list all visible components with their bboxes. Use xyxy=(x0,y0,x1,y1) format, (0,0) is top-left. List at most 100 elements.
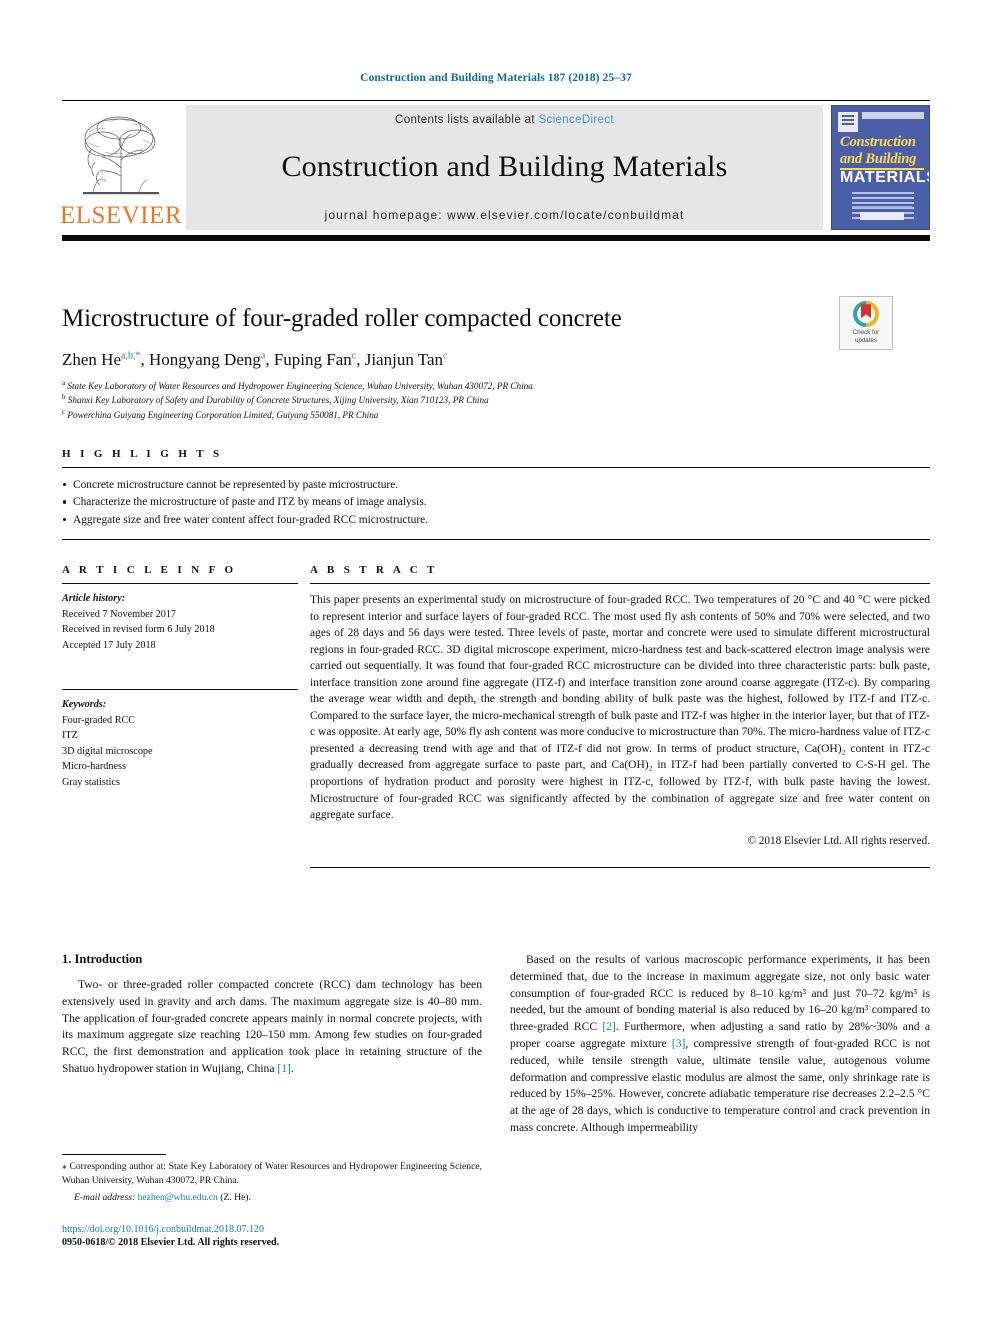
keywords-label: Keywords: xyxy=(62,699,107,710)
article-history-label: Article history: xyxy=(62,593,126,604)
affiliation-text: Powerchina Guiyang Engineering Corporati… xyxy=(67,409,379,420)
intro-left-text: Two- or three-graded roller compacted co… xyxy=(62,978,482,1075)
citation-ref-3[interactable]: [3] xyxy=(672,1037,686,1050)
masthead-bottom-rule xyxy=(62,235,930,241)
intro-right-text-3: , compressive strength of four-graded RC… xyxy=(510,1036,930,1134)
cover-publisher-badge xyxy=(838,112,858,132)
masthead-top-rule xyxy=(62,100,930,101)
author-item[interactable]: Zhen Hea,b,* xyxy=(62,350,140,369)
list-item: Aggregate size and free water content af… xyxy=(62,512,930,529)
journal-homepage-link[interactable]: journal homepage: www.elsevier.com/locat… xyxy=(325,208,685,222)
sciencedirect-link[interactable]: ScienceDirect xyxy=(538,114,614,126)
abstract-rule xyxy=(310,583,930,584)
author-name: Hongyang Deng xyxy=(148,350,261,370)
email-label: E-mail address: xyxy=(74,1191,136,1203)
citation-ref-1[interactable]: [1] xyxy=(277,1062,291,1075)
author-item[interactable]: Hongyang Denga xyxy=(149,350,265,369)
intro-paragraph-right: Based on the results of various macrosco… xyxy=(510,952,930,1137)
intro-paragraph-left: Two- or three-graded roller compacted co… xyxy=(62,977,482,1078)
title-block: Microstructure of four-graded roller com… xyxy=(62,288,930,422)
cover-line-1: Construction xyxy=(840,134,916,150)
contents-available-line: Contents lists available at ScienceDirec… xyxy=(395,114,614,126)
keywords-block: Keywords: Four-graded RCC ITZ 3D digital… xyxy=(62,689,298,790)
cover-footer-logo xyxy=(860,212,904,220)
issn-copyright: 0950-0618/© 2018 Elsevier Ltd. All right… xyxy=(62,1237,280,1248)
list-item: Concrete microstructure cannot be repres… xyxy=(62,477,930,494)
author-name: Fuping Fan xyxy=(273,350,352,370)
journal-cover-thumbnail[interactable]: Construction and Building MATERIALS xyxy=(831,105,930,230)
masthead-center: Contents lists available at ScienceDirec… xyxy=(186,105,823,230)
affiliation-item: b Shanxi Key Laboratory of Safety and Du… xyxy=(62,393,930,407)
keyword-item: Micro-hardness xyxy=(62,761,126,772)
corresponding-author-note: ⁎ Corresponding author at: State Key Lab… xyxy=(62,1161,482,1186)
body-left-column: 1. Introduction Two- or three-graded rol… xyxy=(62,952,482,1137)
history-item: Accepted 17 July 2018 xyxy=(62,639,156,651)
affiliation-text: Shanxi Key Laboratory of Safety and Dura… xyxy=(67,395,489,406)
list-item: Characterize the microstructure of paste… xyxy=(62,494,930,511)
highlights-section: H I G H L I G H T S Concrete microstruct… xyxy=(62,448,930,540)
cover-line-3: MATERIALS xyxy=(840,169,930,186)
article-info-label: A R T I C L E I N F O xyxy=(62,564,237,576)
affiliation-mark: b xyxy=(62,393,66,402)
author-list: Zhen Hea,b,*, Hongyang Denga, Fuping Fan… xyxy=(62,350,930,370)
keywords-rule xyxy=(62,689,298,690)
email-suffix: (Z. He). xyxy=(220,1191,251,1203)
cover-line-2: and Building xyxy=(840,151,917,167)
author-sep: , xyxy=(356,350,365,370)
affiliation-item: a State Key Laboratory of Water Resource… xyxy=(62,379,930,393)
abstract-text: This paper presents an experimental stud… xyxy=(310,594,930,822)
body-columns: 1. Introduction Two- or three-graded rol… xyxy=(62,952,930,1137)
abstract-bottom-rule xyxy=(310,867,930,869)
cover-stripe xyxy=(862,112,924,119)
article-info-rule xyxy=(62,583,298,584)
highlights-label: H I G H L I G H T S xyxy=(62,448,223,460)
affiliation-list: a State Key Laboratory of Water Resource… xyxy=(62,379,930,421)
affiliation-item: c Powerchina Guiyang Engineering Corpora… xyxy=(62,408,930,422)
author-item[interactable]: Jianjun Tanc xyxy=(365,350,448,369)
author-item[interactable]: Fuping Fanc xyxy=(274,350,356,369)
affiliation-mark: c xyxy=(62,407,66,416)
article-history-block: Article history: Received 7 November 201… xyxy=(62,591,298,653)
contents-prefix: Contents lists available at xyxy=(395,114,539,126)
journal-masthead: ELSEVIER Contents lists available at Sci… xyxy=(59,100,930,241)
highlights-list: Concrete microstructure cannot be repres… xyxy=(62,477,930,529)
abstract-label: A B S T R A C T xyxy=(310,564,438,576)
author-sep: , xyxy=(140,350,149,370)
citation-ref-2[interactable]: [2] xyxy=(602,1020,616,1033)
affiliation-text: State Key Laboratory of Water Resources … xyxy=(67,381,533,392)
author-marks: c xyxy=(443,350,448,362)
journal-title: Construction and Building Materials xyxy=(281,150,728,183)
info-abstract-row: A R T I C L E I N F O Article history: R… xyxy=(62,564,931,869)
running-head: Construction and Building Materials 187 … xyxy=(360,72,632,84)
footnote-rule xyxy=(62,1154,166,1155)
history-item: Received 7 November 2017 xyxy=(62,608,177,620)
email-note: E-mail address: hezhen@whu.edu.cn (Z. He… xyxy=(62,1191,482,1205)
author-sep: , xyxy=(265,350,274,370)
doi-link[interactable]: https://doi.org/10.1016/j.conbuildmat.20… xyxy=(62,1224,482,1235)
author-name: Zhen He xyxy=(62,350,122,370)
abstract-copyright: © 2018 Elsevier Ltd. All rights reserved… xyxy=(747,835,931,848)
article-title: Microstructure of four-graded roller com… xyxy=(62,304,622,332)
keyword-item: 3D digital microscope xyxy=(62,745,153,757)
article-info-column: A R T I C L E I N F O Article history: R… xyxy=(62,564,298,868)
keyword-item: Four-graded RCC xyxy=(62,714,136,726)
elsevier-logo: ELSEVIER xyxy=(59,105,183,230)
doi-block: https://doi.org/10.1016/j.conbuildmat.20… xyxy=(62,1224,482,1248)
body-right-column: Based on the results of various macrosco… xyxy=(510,952,930,1137)
keyword-item: ITZ xyxy=(62,730,78,741)
intro-left-tail: . xyxy=(290,1061,294,1075)
section-heading-introduction: 1. Introduction xyxy=(62,952,143,966)
paper-page: Construction and Building Materials 187 … xyxy=(0,0,992,1323)
keyword-item: Gray statistics xyxy=(62,776,121,788)
highlights-bottom-rule xyxy=(62,538,930,540)
history-item: Received in revised form 6 July 2018 xyxy=(62,624,215,635)
highlights-top-rule xyxy=(62,467,930,468)
footnote-block: ⁎ Corresponding author at: State Key Lab… xyxy=(62,1154,482,1205)
email-link[interactable]: hezhen@whu.edu.cn xyxy=(138,1192,218,1203)
author-marks: a,b,* xyxy=(121,350,141,362)
cover-rule xyxy=(852,206,912,208)
author-name: Jianjun Tan xyxy=(364,350,444,370)
elsevier-tree-icon xyxy=(83,116,159,195)
affiliation-mark: a xyxy=(62,379,66,388)
elsevier-wordmark: ELSEVIER xyxy=(59,202,183,229)
